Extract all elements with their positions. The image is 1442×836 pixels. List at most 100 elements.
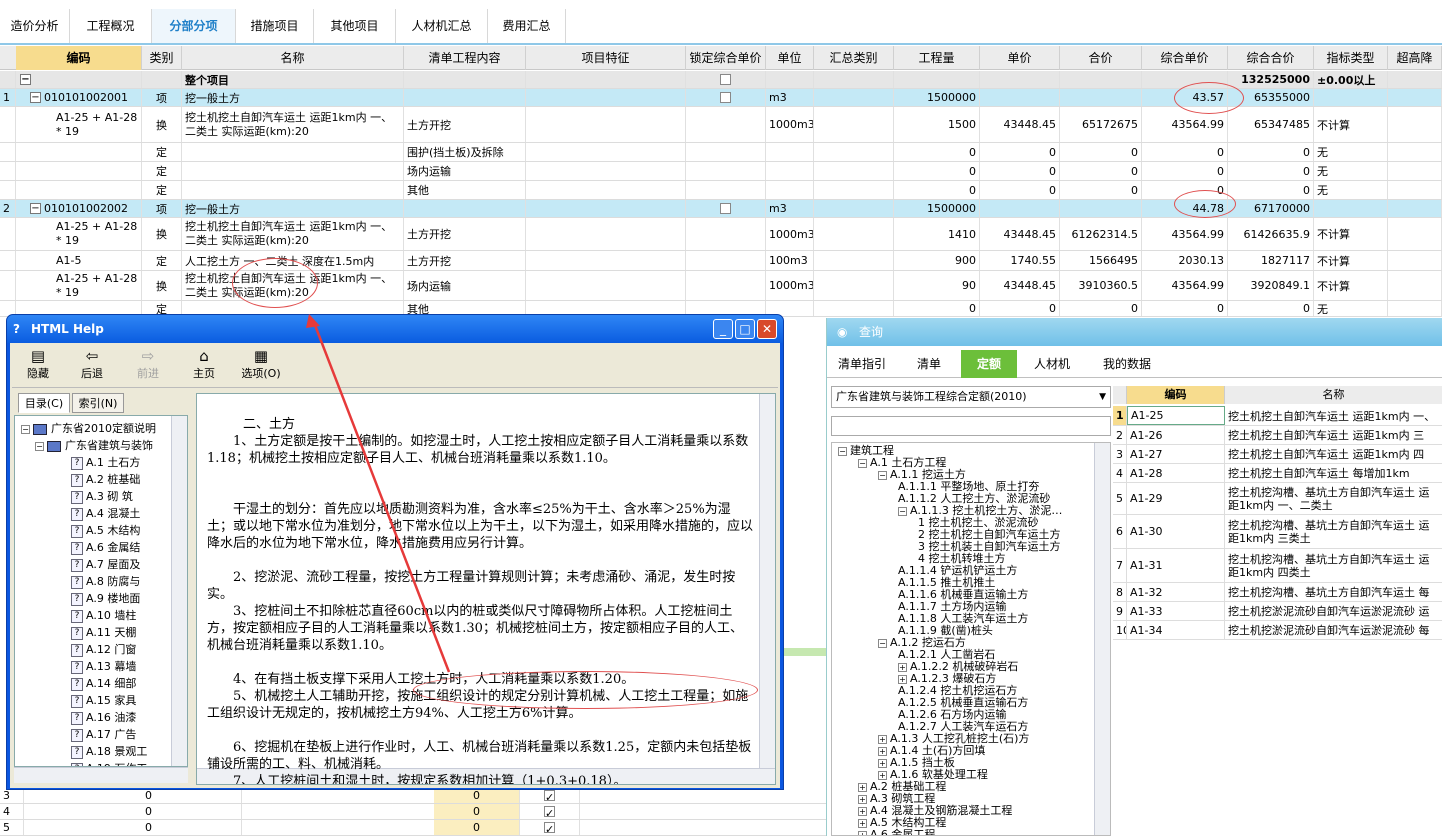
tab-contents[interactable]: 目录(C) xyxy=(18,393,70,413)
column-header[interactable]: 汇总类别 xyxy=(814,46,894,70)
column-header[interactable]: 指标类型 xyxy=(1314,46,1388,70)
column-header[interactable]: 项目特征 xyxy=(526,46,686,70)
expand-toggle-icon[interactable]: + xyxy=(858,782,867,792)
hide-button[interactable]: ▤ 隐藏 xyxy=(16,347,60,381)
vertical-scrollbar[interactable] xyxy=(171,416,187,766)
quota-row[interactable]: 1 A1-25 挖土机挖土自卸汽车运土 运距1km内 一、 xyxy=(1113,406,1442,426)
table-cell[interactable]: ✓ xyxy=(520,820,580,835)
column-header[interactable]: 单位 xyxy=(766,46,814,70)
quota-search-input[interactable] xyxy=(831,416,1111,436)
collapse-toggle-icon[interactable]: − xyxy=(858,458,867,468)
checked-checkbox-icon[interactable]: ✓ xyxy=(544,822,555,835)
column-header[interactable]: 名称 xyxy=(1225,386,1442,404)
tab-fee-summary[interactable]: 费用汇总 xyxy=(488,9,566,43)
table-row[interactable]: A1-25 + A1-28 * 19 换挖土机挖土自卸汽车运土 运距1km内 一、… xyxy=(0,107,1442,143)
expand-toggle-icon[interactable]: + xyxy=(878,770,887,780)
expand-toggle-icon[interactable]: + xyxy=(898,662,907,672)
forward-button[interactable]: ⇨ 前进 xyxy=(126,347,170,381)
column-header[interactable]: 清单工程内容 xyxy=(404,46,526,70)
tree-node-page[interactable]: ? A.3 砌 筑 xyxy=(71,488,133,505)
column-header[interactable]: 名称 xyxy=(182,46,404,70)
quota-row[interactable]: 10A1-34挖土机挖淤泥流砂自卸汽车运淤泥流砂 每 xyxy=(1113,621,1442,640)
expand-toggle-icon[interactable]: + xyxy=(858,806,867,816)
table-row[interactable]: 5 0 0 ✓ xyxy=(0,820,826,836)
column-header[interactable]: 工程量 xyxy=(894,46,980,70)
tree-node-page[interactable]: ? A.6 金属结 xyxy=(71,539,140,556)
table-cell[interactable]: ✓ xyxy=(520,804,580,819)
quota-row[interactable]: 2 A1-26 挖土机挖土自卸汽车运土 运距1km内 三 xyxy=(1113,426,1442,445)
collapse-toggle-icon[interactable]: − xyxy=(838,446,847,456)
collapse-toggle-icon[interactable]: − xyxy=(30,203,41,214)
column-header[interactable]: 综合合价 xyxy=(1228,46,1314,70)
quota-library-select[interactable]: 广东省建筑与装饰工程综合定额(2010) ▼ xyxy=(831,386,1111,408)
quota-row[interactable]: 6 A1-30 挖土机挖沟槽、基坑土方自卸汽车运土 运距1km内 三类土 xyxy=(1113,515,1442,549)
collapse-toggle-icon[interactable]: − xyxy=(30,92,41,103)
tree-node-book[interactable]: − 广东省建筑与装饰 xyxy=(35,437,153,454)
table-row[interactable]: A1-25 + A1-28 * 19 换挖土机挖土自卸汽车运土 运距1km内 一、… xyxy=(0,271,1442,301)
minimize-button[interactable]: _ xyxy=(713,319,733,339)
quota-tree-node[interactable]: + A.6 金属工程 xyxy=(858,829,935,835)
table-row[interactable]: 3 0 0 ✓ xyxy=(0,788,826,804)
tree-node-page[interactable]: ? A.13 幕墙 xyxy=(71,658,136,675)
expand-toggle-icon[interactable]: + xyxy=(878,746,887,756)
checked-checkbox-icon[interactable]: ✓ xyxy=(544,806,555,819)
close-button[interactable]: ✕ xyxy=(757,319,777,339)
collapse-toggle-icon[interactable]: − xyxy=(35,441,44,451)
help-title-bar[interactable]: ? HTML Help xyxy=(7,315,783,343)
quota-row[interactable]: 7 A1-31 挖土机挖沟槽、基坑土方自卸汽车运土 运距1km内 四类土 xyxy=(1113,549,1442,583)
checked-checkbox-icon[interactable]: ✓ xyxy=(544,790,555,803)
horizontal-scrollbar[interactable] xyxy=(14,767,188,783)
column-header[interactable]: 编码 xyxy=(16,46,142,70)
tree-node-page[interactable]: ? A.10 墙柱 xyxy=(71,607,136,624)
table-row[interactable]: 4 0 0 ✓ xyxy=(0,804,826,820)
collapse-toggle-icon[interactable]: − xyxy=(21,424,30,434)
column-header[interactable]: 单价 xyxy=(980,46,1060,70)
lock-price-checkbox[interactable] xyxy=(720,74,731,85)
tree-node-page[interactable]: ? A.2 桩基础 xyxy=(71,471,140,488)
column-header[interactable]: 综合单价 xyxy=(1142,46,1228,70)
tab-cost-analysis[interactable]: 造价分析 xyxy=(0,9,70,43)
tab-project-overview[interactable]: 工程概况 xyxy=(70,9,152,43)
lock-price-checkbox[interactable] xyxy=(720,203,731,214)
collapse-toggle-icon[interactable]: − xyxy=(20,74,31,85)
table-row[interactable]: 定围护(挡土板)及拆除 0 0 0 0 0 无 xyxy=(0,143,1442,162)
quota-row[interactable]: 4 A1-28 挖土机挖土自卸汽车运土 每增加1km xyxy=(1113,464,1442,483)
quota-row[interactable]: 3 A1-27 挖土机挖土自卸汽车运土 运距1km内 四 xyxy=(1113,445,1442,464)
tab-index[interactable]: 索引(N) xyxy=(72,393,124,413)
table-row[interactable]: A1-25 + A1-28 * 19 换挖土机挖土自卸汽车运土 运距1km内 一、… xyxy=(0,218,1442,251)
column-header[interactable]: 锁定综合单价 xyxy=(686,46,766,70)
expand-toggle-icon[interactable]: + xyxy=(858,818,867,828)
column-header[interactable]: 类别 xyxy=(142,46,182,70)
collapse-toggle-icon[interactable]: − xyxy=(878,638,887,648)
tree-node-page[interactable]: ? A.11 天棚 xyxy=(71,624,136,641)
table-row[interactable]: A1-5 定人工挖土方 一、二类土 深度在1.5m内 土方开挖 100m3 900 174… xyxy=(0,251,1442,271)
expand-toggle-icon[interactable]: + xyxy=(898,674,907,684)
tree-node-page[interactable]: ? A.9 楼地面 xyxy=(71,590,140,607)
maximize-button[interactable]: □ xyxy=(735,319,755,339)
expand-toggle-icon[interactable]: + xyxy=(878,758,887,768)
table-row[interactable]: 定场内运输 0 0 0 0 0 无 xyxy=(0,162,1442,181)
tree-node-page[interactable]: ? A.14 细部 xyxy=(71,675,136,692)
query-title-bar[interactable]: ◉ 查询 xyxy=(827,318,1442,346)
tree-node-book[interactable]: − 广东省2010定额说明 xyxy=(21,420,156,437)
query-tab-my-data[interactable]: 我的数据 xyxy=(1087,350,1167,378)
tree-node-page[interactable]: ? A.1 土石方 xyxy=(71,454,140,471)
home-button[interactable]: ⌂ 主页 xyxy=(182,347,226,381)
tab-division-items[interactable]: 分部分项 xyxy=(152,9,236,43)
table-cell[interactable]: ✓ xyxy=(520,788,580,803)
tree-node-page[interactable]: ? A.7 屋面及 xyxy=(71,556,140,573)
tree-node-page[interactable]: ? A.4 混凝土 xyxy=(71,505,140,522)
collapse-toggle-icon[interactable]: − xyxy=(898,506,907,516)
expand-toggle-icon[interactable]: + xyxy=(858,830,867,835)
tab-labor-material-summary[interactable]: 人材机汇总 xyxy=(396,9,488,43)
collapse-toggle-icon[interactable]: − xyxy=(878,470,887,480)
tab-measures[interactable]: 措施项目 xyxy=(236,9,314,43)
column-header[interactable]: 合价 xyxy=(1060,46,1142,70)
query-tab-labor-material[interactable]: 人材机 xyxy=(1017,350,1087,378)
column-header[interactable]: 编码 xyxy=(1127,386,1225,404)
tree-node-page[interactable]: ? A.12 门窗 xyxy=(71,641,136,658)
tree-node-page[interactable]: ? A.8 防腐与 xyxy=(71,573,140,590)
quota-row[interactable]: 5 A1-29 挖土机挖沟槽、基坑土方自卸汽车运土 运距1km内 一、二类土 xyxy=(1113,483,1442,515)
expand-toggle-icon[interactable]: + xyxy=(858,794,867,804)
tree-node-page[interactable]: ?A.19 石作工 xyxy=(71,760,147,766)
